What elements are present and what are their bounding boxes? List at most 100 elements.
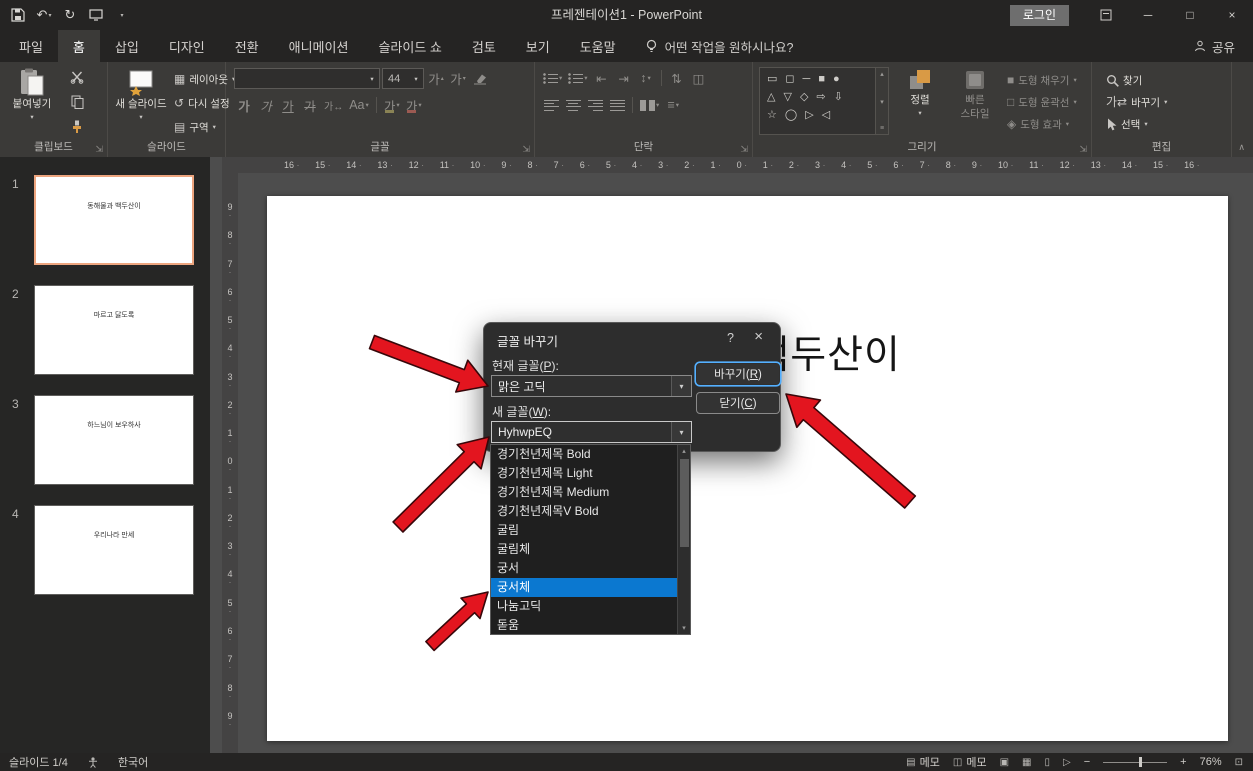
- paragraph-dialog-launcher[interactable]: ⇲: [740, 144, 748, 154]
- zoom-thumb[interactable]: [1139, 757, 1143, 767]
- slide-sorter-view-button[interactable]: ▦: [1022, 757, 1031, 768]
- current-font-combo[interactable]: 맑은 고딕 ▾: [491, 375, 692, 397]
- align-left-button[interactable]: [541, 95, 561, 115]
- comments-button[interactable]: ◫ 메모: [953, 754, 987, 770]
- slide-thumbnail[interactable]: 2 마르고 닳도록: [0, 285, 210, 395]
- ribbon-tab[interactable]: 홈: [57, 30, 100, 62]
- customize-qat-button[interactable]: ▾: [110, 3, 134, 27]
- dialog-help-button[interactable]: ?: [727, 331, 734, 345]
- shape-outline-button[interactable]: □ 도형 윤곽선 ▾: [1007, 92, 1077, 112]
- increase-font-size-button[interactable]: 가 ▴: [426, 69, 446, 89]
- slide-thumbnail[interactable]: 3 하느님이 보우하사: [0, 395, 210, 505]
- shapes-gallery-scrollbar[interactable]: ▴ ▾ ≡: [875, 68, 888, 134]
- decrease-font-size-button[interactable]: 가 ▾: [448, 69, 468, 89]
- quick-styles-button[interactable]: 빠른 스타일: [949, 64, 1001, 120]
- character-spacing-button[interactable]: 가↔: [322, 95, 345, 115]
- slideshow-view-button[interactable]: ▷: [1063, 757, 1071, 768]
- ribbon-tab[interactable]: 슬라이드 쇼: [363, 30, 456, 62]
- reset-button[interactable]: ↺ 다시 설정: [174, 93, 230, 113]
- paste-button[interactable]: 붙여넣기 ▾: [4, 64, 60, 124]
- font-dialog-launcher[interactable]: ⇲: [522, 144, 530, 154]
- ribbon-tab[interactable]: 전환: [220, 30, 274, 62]
- undo-button[interactable]: ↶ ▾: [32, 3, 56, 27]
- close-button[interactable]: ×: [1211, 0, 1253, 30]
- redo-button[interactable]: ↻: [58, 3, 82, 27]
- font-list-item[interactable]: 경기천년제목 Medium: [491, 483, 677, 502]
- font-list-item[interactable]: 궁서체: [491, 578, 677, 597]
- dialog-close-icon[interactable]: ×: [754, 328, 763, 345]
- font-list-scrollbar[interactable]: ▴ ▾: [677, 445, 690, 634]
- reading-view-button[interactable]: ▯: [1044, 757, 1050, 768]
- minimize-button[interactable]: ─: [1127, 0, 1169, 30]
- fit-slide-button[interactable]: ⊡: [1235, 757, 1243, 768]
- save-button[interactable]: [6, 3, 30, 27]
- scroll-up-icon[interactable]: ▴: [682, 447, 686, 455]
- cut-button[interactable]: [66, 66, 88, 88]
- slide-thumbnail[interactable]: 1 동해물과 백두산이: [0, 175, 210, 285]
- change-case-button[interactable]: Aa ▾: [347, 95, 371, 115]
- font-list-item[interactable]: 경기천년제목 Light: [491, 464, 677, 483]
- start-slideshow-button[interactable]: [84, 3, 108, 27]
- scroll-down-icon[interactable]: ▾: [880, 98, 884, 106]
- slide-canvas[interactable]: 동해물과 백두산이: [267, 196, 1228, 741]
- accessibility-button[interactable]: [88, 756, 98, 768]
- section-button[interactable]: ▤ 구역 ▾: [174, 117, 216, 137]
- tell-me-box[interactable]: 어떤 작업을 원하시나요?: [645, 30, 794, 62]
- shape-fill-button[interactable]: ■ 도형 채우기 ▾: [1007, 70, 1077, 90]
- drawing-dialog-launcher[interactable]: ⇲: [1079, 144, 1087, 154]
- slide-thumbnail-image[interactable]: 동해물과 백두산이: [34, 175, 194, 265]
- vertical-ruler[interactable]: 9 8 7 6 5 4 3 2 1 0 1 2 3 4 5 6 7 8 9: [222, 173, 238, 753]
- clear-formatting-button[interactable]: [470, 69, 490, 89]
- underline-button[interactable]: 가: [278, 95, 298, 115]
- strikethrough-button[interactable]: 가: [300, 95, 320, 115]
- ribbon-tab[interactable]: 애니메이션: [274, 30, 364, 62]
- find-button[interactable]: 찾기: [1106, 70, 1142, 90]
- share-button[interactable]: 공유: [1194, 30, 1253, 62]
- select-button[interactable]: 선택 ▾: [1106, 114, 1148, 134]
- slide-thumbnail[interactable]: 4 우리나라 만세: [0, 505, 210, 615]
- gallery-more-icon[interactable]: ≡: [880, 125, 884, 132]
- notes-button[interactable]: ▤ 메모: [906, 754, 940, 770]
- slide-thumbnail-image[interactable]: 하느님이 보우하사: [34, 395, 194, 485]
- new-font-combo[interactable]: HyhwpEQ ▾: [491, 421, 692, 443]
- zoom-out-button[interactable]: −: [1084, 756, 1090, 768]
- ribbon-tab[interactable]: 도움말: [565, 30, 631, 62]
- chevron-down-icon[interactable]: ▾: [671, 422, 691, 442]
- clipboard-dialog-launcher[interactable]: ⇲: [95, 144, 103, 154]
- columns-button[interactable]: ▾: [638, 95, 661, 115]
- font-list-item[interactable]: 경기천년제목V Bold: [491, 502, 677, 521]
- zoom-slider[interactable]: [1103, 757, 1168, 767]
- font-color-button[interactable]: 가 ▾: [404, 95, 424, 115]
- font-list-item[interactable]: 나눔고딕: [491, 597, 677, 616]
- line-spacing-button[interactable]: ↕ ▾: [636, 68, 656, 88]
- bold-button[interactable]: 가: [234, 95, 254, 115]
- ribbon-tab[interactable]: 삽입: [100, 30, 154, 62]
- arrange-button[interactable]: 정렬 ▾: [893, 64, 947, 120]
- italic-button[interactable]: 가: [256, 95, 276, 115]
- chevron-down-icon[interactable]: ▾: [671, 376, 691, 396]
- align-right-button[interactable]: [585, 95, 605, 115]
- close-dialog-button[interactable]: 닫기(C): [696, 392, 780, 414]
- zoom-percentage[interactable]: 76%: [1200, 756, 1222, 768]
- convert-smartart-button[interactable]: ◫: [689, 68, 709, 88]
- editor-canvas[interactable]: 동해물과 백두산이: [210, 157, 1253, 753]
- increase-indent-button[interactable]: ⇥: [614, 68, 634, 88]
- numbering-button[interactable]: ▾: [566, 68, 589, 88]
- replace-button-ribbon[interactable]: 가⇄ 바꾸기 ▾: [1106, 92, 1167, 112]
- scrollbar-thumb[interactable]: [680, 459, 689, 547]
- font-name-combo[interactable]: ▾: [234, 68, 380, 89]
- slide-thumbnail-image[interactable]: 마르고 닳도록: [34, 285, 194, 375]
- font-list-item[interactable]: 돋움: [491, 616, 677, 634]
- decrease-indent-button[interactable]: ⇤: [592, 68, 612, 88]
- horizontal-ruler[interactable]: 1615141312111098765432101234567891011121…: [222, 157, 1253, 173]
- ribbon-tab[interactable]: 파일: [4, 30, 58, 62]
- bullets-button[interactable]: ▾: [541, 68, 564, 88]
- collapse-ribbon-button[interactable]: ∧: [1238, 142, 1245, 153]
- shape-effects-button[interactable]: ◈ 도형 효과 ▾: [1007, 114, 1069, 134]
- login-button[interactable]: 로그인: [1009, 4, 1069, 26]
- maximize-button[interactable]: □: [1169, 0, 1211, 30]
- scroll-down-icon[interactable]: ▾: [682, 624, 686, 632]
- align-center-button[interactable]: [563, 95, 583, 115]
- zoom-in-button[interactable]: +: [1180, 756, 1186, 768]
- highlight-color-button[interactable]: 가 ▾: [382, 95, 402, 115]
